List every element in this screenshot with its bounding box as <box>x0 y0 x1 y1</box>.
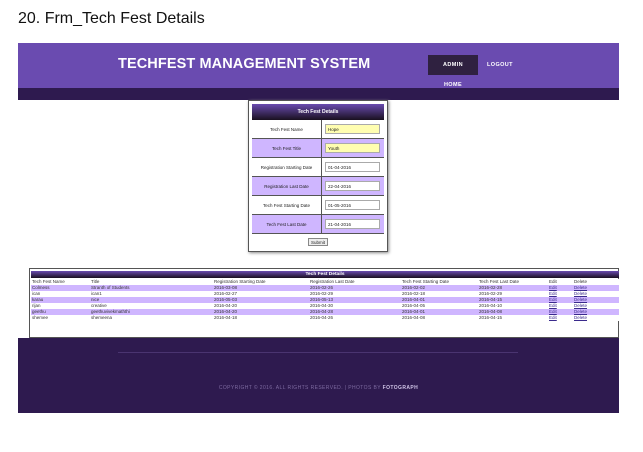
table-cell: shemeena <box>91 315 113 320</box>
table-cell: 2016-04-08 <box>402 315 426 320</box>
table-cell: 2016-04-18 <box>214 315 238 320</box>
header-strip <box>18 88 619 100</box>
field-label: Tech Fest Starting Date <box>252 196 322 215</box>
fest-start-date-input[interactable]: 01-05-2016 <box>325 200 380 210</box>
tech-fest-name-input[interactable]: Hope <box>325 124 380 134</box>
field-label: Registration Starting Date <box>252 158 322 177</box>
tech-fest-table: Tech Fest Details Tech Fest Name Title R… <box>29 268 619 338</box>
table-row: shemee shemeena 2016-04-18 2016-04-26 20… <box>31 315 619 321</box>
form-row-reg-last: Registration Last Date 22-04-2016 <box>252 177 384 196</box>
tech-fest-form: Tech Fest Details Tech Fest Name Hope Te… <box>248 100 388 252</box>
logout-button[interactable]: LOGOUT <box>481 55 517 75</box>
table-title: Tech Fest Details <box>31 271 619 278</box>
page-caption: 20. Frm_Tech Fest Details <box>18 10 205 27</box>
form-row-fest-start: Tech Fest Starting Date 01-05-2016 <box>252 196 384 215</box>
form-row-fest-last: Tech Fest Last Date 21-04-2016 <box>252 215 384 234</box>
registration-start-date-input[interactable]: 01-04-2016 <box>325 162 380 172</box>
table-cell: 2016-04-26 <box>310 315 334 320</box>
footer-divider <box>118 352 518 353</box>
top-header: TECHFEST MANAGEMENT SYSTEM ADMIN HOME LO… <box>18 43 619 88</box>
brand-title: TECHFEST MANAGEMENT SYSTEM <box>118 56 371 72</box>
form-row-reg-start: Registration Starting Date 01-04-2016 <box>252 158 384 177</box>
form-row-title: Tech Fest Title Youth <box>252 139 384 158</box>
admin-home-button[interactable]: ADMIN HOME <box>428 55 478 88</box>
photo-credit: FOTOGRAPH <box>382 385 419 391</box>
fest-last-date-input[interactable]: 21-04-2016 <box>325 219 380 229</box>
footer: COPYRIGHT © 2016. ALL RIGHTS RESERVED. |… <box>18 338 619 413</box>
registration-last-date-input[interactable]: 22-04-2016 <box>325 181 380 191</box>
field-label: Tech Fest Title <box>252 139 322 158</box>
submit-button[interactable]: Submit <box>308 238 328 246</box>
table-cell: shemee <box>32 315 49 320</box>
app-window: TECHFEST MANAGEMENT SYSTEM ADMIN HOME LO… <box>18 43 619 413</box>
copyright-text: COPYRIGHT © 2016. ALL RIGHTS RESERVED. |… <box>218 385 381 391</box>
field-label: Registration Last Date <box>252 177 322 196</box>
field-label: Tech Fest Last Date <box>252 215 322 234</box>
form-title: Tech Fest Details <box>252 104 384 120</box>
field-label: Tech Fest Name <box>252 120 322 139</box>
form-row-name: Tech Fest Name Hope <box>252 120 384 139</box>
delete-link[interactable]: Delete <box>574 315 618 321</box>
table-cell: 2016-04-15 <box>479 315 503 320</box>
footer-copyright: COPYRIGHT © 2016. ALL RIGHTS RESERVED. |… <box>18 385 619 391</box>
tech-fest-title-input[interactable]: Youth <box>325 143 380 153</box>
edit-link[interactable]: Edit <box>549 315 573 321</box>
